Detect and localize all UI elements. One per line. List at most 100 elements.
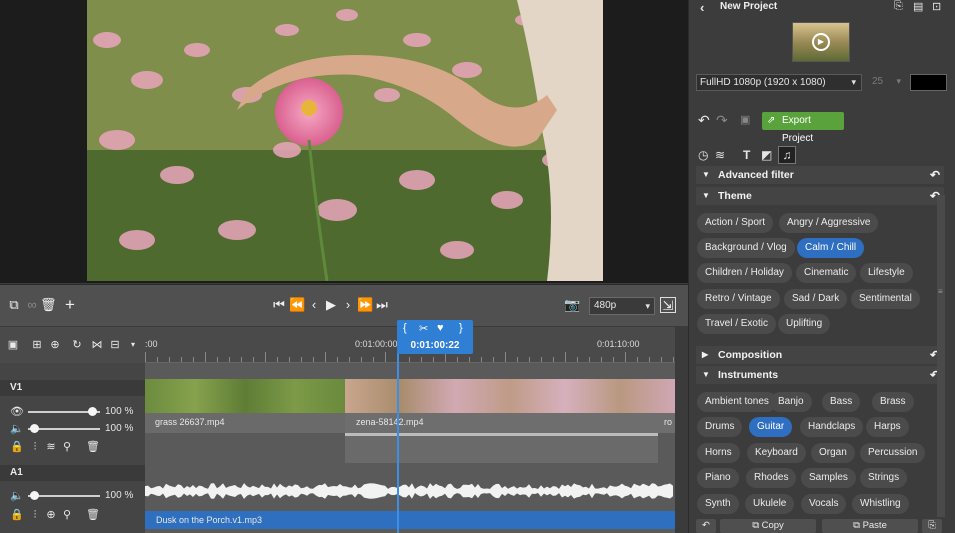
chip-children-holiday[interactable]: Children / Holiday bbox=[697, 263, 792, 283]
bracket-left-icon[interactable]: { bbox=[403, 322, 407, 334]
timer-icon[interactable]: ◷ bbox=[698, 148, 708, 162]
video-clip-thumbnails[interactable] bbox=[145, 379, 345, 413]
undo-icon[interactable]: ↶ bbox=[698, 112, 710, 129]
add-marker-icon[interactable]: ⊕ bbox=[44, 508, 58, 522]
chip-lifestyle[interactable]: Lifestyle bbox=[860, 263, 913, 283]
add-audio-track-icon[interactable]: ⊕ bbox=[48, 338, 62, 352]
chip-synth[interactable]: Synth bbox=[697, 494, 739, 514]
export-project-button[interactable]: ⇗ Export Project bbox=[762, 112, 844, 144]
chip-guitar[interactable]: Guitar bbox=[749, 417, 793, 437]
video-clip[interactable]: grass 26637.mp4 bbox=[145, 413, 345, 433]
transition-icon[interactable]: ◩ bbox=[761, 148, 772, 162]
export-file-icon[interactable]: ⎘ bbox=[894, 0, 903, 13]
chip-handclaps[interactable]: Handclaps bbox=[800, 417, 864, 437]
copy-button[interactable]: ⧉ Copy bbox=[720, 519, 816, 533]
delete-icon[interactable]: 🗑 bbox=[40, 297, 57, 313]
chip-uplifting[interactable]: Uplifting bbox=[778, 314, 831, 334]
link-icon[interactable]: ∞ bbox=[24, 297, 40, 313]
effect-icon[interactable]: ⚲ bbox=[60, 508, 74, 522]
play-icon[interactable]: ▶ bbox=[812, 33, 830, 51]
effect-icon[interactable]: ⚲ bbox=[60, 440, 74, 454]
chip-ambient-tones[interactable]: Ambient tones bbox=[697, 392, 777, 412]
play-icon[interactable]: ▶ bbox=[323, 297, 339, 313]
music-icon[interactable]: ♫ bbox=[778, 146, 796, 164]
chip-strings[interactable]: Strings bbox=[860, 468, 908, 488]
save-icon[interactable]: ▣ bbox=[740, 113, 750, 126]
snapshot-icon[interactable]: 📷 bbox=[564, 297, 580, 313]
chip-drums[interactable]: Drums bbox=[697, 417, 743, 437]
chip-horns[interactable]: Horns bbox=[697, 443, 740, 463]
video-volume-slider[interactable]: 👁 100 % bbox=[10, 405, 140, 419]
share-icon[interactable]: ⊡ bbox=[932, 0, 941, 13]
chip-organ[interactable]: Organ bbox=[811, 443, 855, 463]
copy-icon[interactable]: ⧉ bbox=[6, 297, 22, 313]
scissors-icon[interactable]: ✂ bbox=[419, 322, 428, 335]
split-icon[interactable]: ⫶ bbox=[28, 440, 42, 454]
marker-icon[interactable]: ♥ bbox=[437, 322, 444, 334]
audio-waveform-lane[interactable] bbox=[145, 471, 675, 511]
redo-icon[interactable]: ↷ bbox=[716, 112, 728, 129]
paste-button[interactable]: ⧉ Paste bbox=[822, 519, 918, 533]
playhead-line[interactable] bbox=[397, 350, 399, 533]
magnet-icon[interactable]: ⋈ bbox=[90, 338, 104, 352]
chip-retro-vintage[interactable]: Retro / Vintage bbox=[697, 289, 780, 309]
resolution-select[interactable]: FullHD 1080p (1920 x 1080) ▾ bbox=[696, 74, 862, 91]
audio-volume-slider[interactable]: 🔈 100 % bbox=[10, 422, 140, 436]
chip-keyboard[interactable]: Keyboard bbox=[747, 443, 806, 463]
group-icon[interactable]: ⊟ bbox=[108, 338, 122, 352]
previous-frame-icon[interactable]: ⏪ bbox=[289, 297, 305, 313]
panel-toggle-icon[interactable]: ▣ bbox=[6, 338, 20, 352]
go-to-start-icon[interactable]: ⏮ bbox=[271, 297, 287, 313]
reset-icon[interactable]: ↶ bbox=[930, 166, 940, 184]
audio-clip[interactable]: Dusk on the Porch.v1.mp3 bbox=[145, 511, 675, 529]
chevron-down-icon[interactable]: ▾ bbox=[126, 338, 140, 352]
chip-sentimental[interactable]: Sentimental bbox=[851, 289, 920, 309]
section-theme[interactable]: ▼ Theme ↶ bbox=[696, 187, 944, 205]
lock-icon[interactable]: 🔒 bbox=[10, 440, 24, 454]
video-clip[interactable]: zena-58142.mp4 bbox=[345, 413, 658, 433]
delete-track-icon[interactable]: 🗑 bbox=[86, 440, 100, 454]
chip-action-sport[interactable]: Action / Sport bbox=[697, 213, 774, 233]
chip-percussion[interactable]: Percussion bbox=[860, 443, 926, 463]
slider-knob[interactable] bbox=[30, 491, 39, 500]
slider-knob[interactable] bbox=[30, 424, 39, 433]
panel-scrollbar[interactable]: ≡ bbox=[937, 195, 945, 517]
chip-bass[interactable]: Bass bbox=[822, 392, 861, 412]
chip-samples[interactable]: Samples bbox=[801, 468, 856, 488]
new-file-icon[interactable]: ⎘ bbox=[922, 519, 942, 533]
add-video-track-icon[interactable]: ⊞ bbox=[30, 338, 44, 352]
audio-wave-icon[interactable]: ≋ bbox=[44, 440, 58, 454]
speaker-icon[interactable]: 🔈 bbox=[10, 489, 24, 503]
delete-track-icon[interactable]: 🗑 bbox=[86, 508, 100, 522]
section-instruments[interactable]: ▼ Instruments ↶ bbox=[696, 366, 944, 384]
slider-knob[interactable] bbox=[88, 407, 97, 416]
chip-calm-chill[interactable]: Calm / Chill bbox=[797, 238, 865, 258]
text-icon[interactable]: T bbox=[743, 148, 750, 162]
section-advanced-filter[interactable]: ▼ Advanced filter ↶ bbox=[696, 166, 944, 184]
chip-angry-aggressive[interactable]: Angry / Aggressive bbox=[779, 213, 879, 233]
fps-select[interactable]: 25 ▾ bbox=[869, 74, 905, 91]
section-composition[interactable]: ▶ Composition ↶ bbox=[696, 346, 944, 364]
chip-sad-dark[interactable]: Sad / Dark bbox=[784, 289, 848, 309]
back-icon[interactable]: ‹ bbox=[700, 0, 704, 15]
project-thumbnail[interactable]: ▶ bbox=[792, 22, 850, 62]
chip-piano[interactable]: Piano bbox=[697, 468, 739, 488]
snap-icon[interactable]: ↻ bbox=[70, 338, 84, 352]
add-icon[interactable]: + bbox=[62, 296, 78, 313]
timeline-tracks[interactable]: grass 26637.mp4 zena-58142.mp4 ro Dusk o… bbox=[145, 363, 675, 533]
chip-harps[interactable]: Harps bbox=[866, 417, 909, 437]
preview-quality-select[interactable]: 480p ▾ bbox=[589, 297, 655, 315]
fullscreen-icon[interactable]: ⇲ bbox=[660, 297, 676, 313]
chip-rhodes[interactable]: Rhodes bbox=[746, 468, 797, 488]
next-frame-icon[interactable]: ⏩ bbox=[357, 297, 373, 313]
chip-cinematic[interactable]: Cinematic bbox=[796, 263, 857, 283]
chip-background-vlog[interactable]: Background / Vlog bbox=[697, 238, 795, 258]
chip-brass[interactable]: Brass bbox=[872, 392, 914, 412]
speaker-icon[interactable]: 🔈 bbox=[10, 422, 24, 436]
audio-wave-icon[interactable]: ≋ bbox=[715, 148, 725, 162]
clip-audio-lane[interactable] bbox=[345, 433, 658, 463]
chip-banjo[interactable]: Banjo bbox=[770, 392, 812, 412]
video-clip-thumbnails[interactable] bbox=[345, 379, 675, 413]
step-back-icon[interactable]: ‹ bbox=[306, 297, 322, 313]
playhead[interactable]: { ✂ ♥ } 0:01:00:22 bbox=[397, 320, 473, 354]
